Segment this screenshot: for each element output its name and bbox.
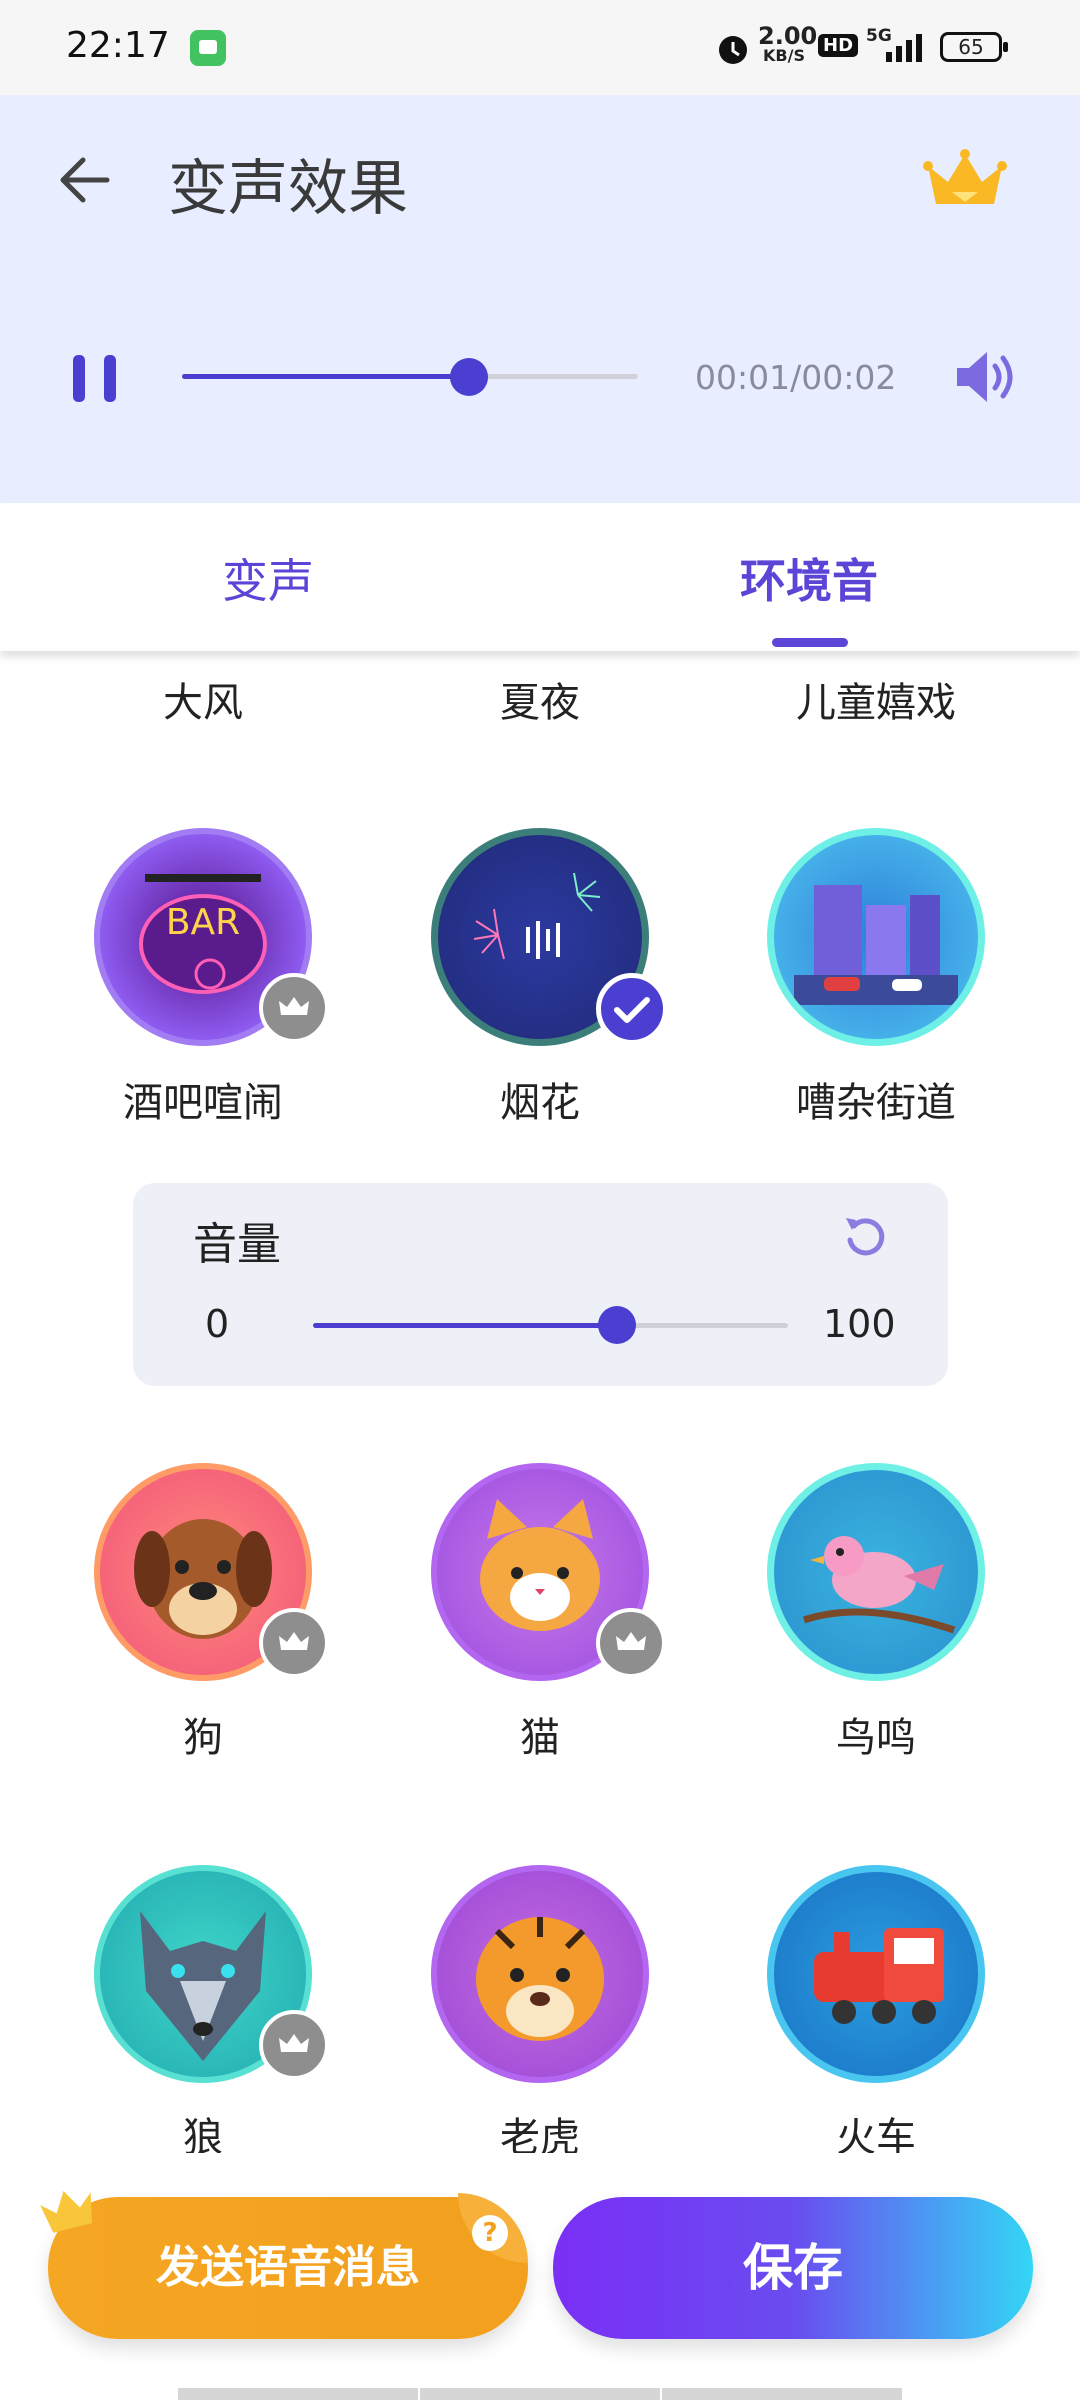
back-arrow-icon[interactable] <box>55 152 115 208</box>
sound-label[interactable]: 鸟鸣 <box>711 1705 1041 1763</box>
volume-track[interactable] <box>313 1323 788 1328</box>
sound-label[interactable]: 猫 <box>375 1705 705 1763</box>
sound-label[interactable]: 嘈杂街道 <box>711 1070 1041 1128</box>
volume-title: 音量 <box>193 1219 281 1270</box>
selected-check-icon <box>596 973 668 1045</box>
sound-label[interactable]: 狼 <box>38 2105 368 2153</box>
status-bar: 22:17 2.00 KB/S HD 5G 65 <box>0 0 1080 95</box>
net-speed: 2.00 KB/S <box>758 22 818 65</box>
sound-label[interactable]: 烟花 <box>375 1070 705 1128</box>
svg-text:BAR: BAR <box>166 902 240 943</box>
playback-track[interactable] <box>182 374 638 379</box>
tab-ambient[interactable]: 环境音 <box>740 545 878 611</box>
nav-bar-segment <box>662 2388 902 2400</box>
tab-bar <box>0 503 1080 651</box>
nav-bar-segment <box>420 2388 660 2400</box>
tab-voice[interactable]: 变声 <box>222 545 314 611</box>
save-label: 保存 <box>743 2239 843 2297</box>
reset-icon[interactable] <box>840 1212 890 1262</box>
playback-thumb[interactable] <box>450 358 489 396</box>
volume-min: 0 <box>205 1302 230 1346</box>
tiger-icon[interactable] <box>431 1865 649 2083</box>
page-title: 变声效果 <box>168 154 408 224</box>
sound-label[interactable]: 酒吧喧闹 <box>38 1070 368 1128</box>
crown-icon[interactable] <box>922 148 1008 212</box>
alarm-icon <box>719 36 747 64</box>
speaker-icon[interactable] <box>953 348 1015 406</box>
tab-active-indicator <box>772 638 848 647</box>
volume-thumb[interactable] <box>598 1306 636 1344</box>
volume-max: 100 <box>823 1302 896 1346</box>
vip-crown-icon <box>259 2010 329 2080</box>
pause-icon[interactable] <box>73 355 85 402</box>
sound-label-wind[interactable]: 大风 <box>38 670 368 728</box>
sound-label[interactable]: 火车 <box>711 2105 1041 2153</box>
sound-label[interactable]: 狗 <box>38 1705 368 1763</box>
sound-label[interactable]: 老虎 <box>375 2105 705 2153</box>
vip-crown-icon <box>596 1608 666 1678</box>
hd-badge: HD <box>818 34 859 57</box>
bird-icon[interactable] <box>767 1463 985 1681</box>
vip-crown-icon <box>259 973 329 1043</box>
send-voice-label: 发送语音消息 <box>156 2242 420 2293</box>
message-app-icon <box>190 30 226 66</box>
sound-label-children-play[interactable]: 儿童嬉戏 <box>711 670 1041 728</box>
street-icon[interactable] <box>767 828 985 1046</box>
save-button[interactable]: 保存 <box>553 2197 1033 2339</box>
vip-crown-small-icon <box>40 2191 93 2233</box>
sound-label-summer-night[interactable]: 夏夜 <box>375 670 705 728</box>
playback-time: 00:01/00:02 <box>695 358 897 397</box>
send-voice-button[interactable]: 发送语音消息 ? <box>48 2193 528 2339</box>
signal-icon <box>886 34 922 62</box>
nav-bar-segment <box>178 2388 418 2400</box>
battery-icon: 65 <box>940 32 1002 62</box>
train-icon[interactable] <box>767 1865 985 2083</box>
header <box>0 95 1080 503</box>
help-icon[interactable]: ? <box>472 2215 508 2251</box>
vip-crown-icon <box>259 1608 329 1678</box>
status-time: 22:17 <box>66 25 170 66</box>
